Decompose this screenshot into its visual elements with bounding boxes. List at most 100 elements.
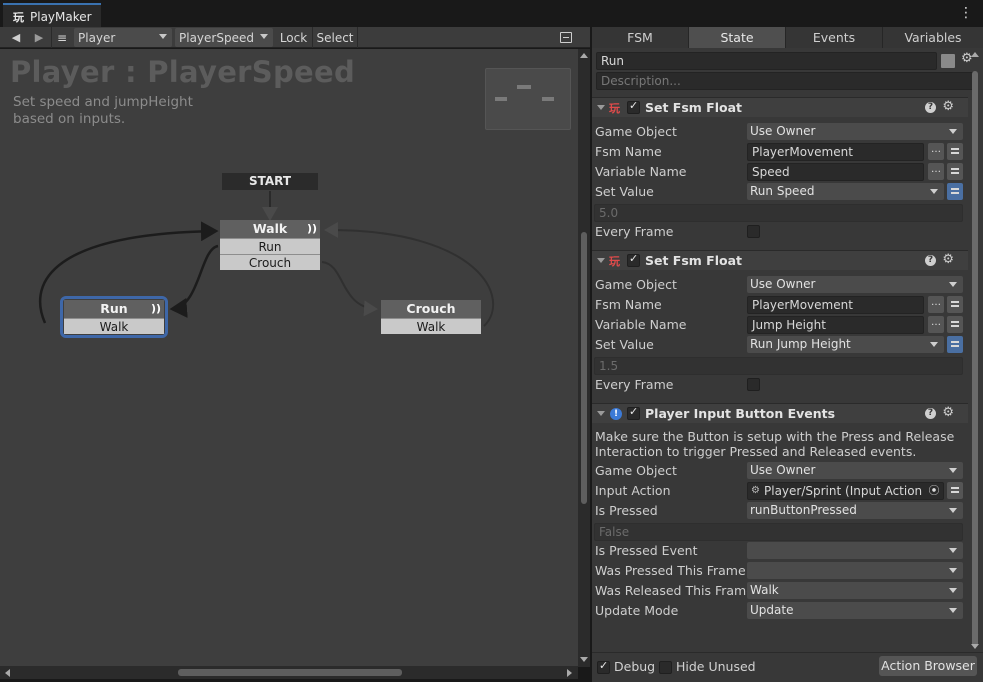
- scrollbar-thumb[interactable]: [581, 232, 587, 504]
- scroll-up-icon[interactable]: [971, 52, 979, 57]
- update-mode-dropdown[interactable]: Update: [747, 602, 963, 619]
- start-node[interactable]: START: [222, 173, 318, 190]
- every-frame-checkbox[interactable]: [747, 378, 760, 391]
- inspector-vertical-scrollbar[interactable]: [970, 48, 981, 653]
- variable-toggle-button[interactable]: [947, 143, 963, 160]
- input-action-field[interactable]: ⚙ Player/Sprint (Input Action Re ⦿: [747, 482, 944, 500]
- state-node-crouch[interactable]: Crouch Walk: [381, 300, 481, 334]
- more-options-icon[interactable]: ⋮: [959, 6, 973, 20]
- scroll-down-icon[interactable]: [580, 657, 588, 662]
- playmaker-tab[interactable]: 玩 PlayMaker: [3, 3, 101, 29]
- gear-icon[interactable]: ⚙: [942, 99, 954, 114]
- fsm-name-field[interactable]: PlayerMovement: [747, 143, 924, 161]
- transition-event[interactable]: Walk: [64, 318, 164, 334]
- set-value-dropdown[interactable]: Run Speed: [747, 183, 944, 200]
- variable-toggle-button[interactable]: [947, 336, 963, 353]
- help-icon[interactable]: ?: [925, 408, 936, 419]
- variable-toggle-button[interactable]: [947, 482, 963, 499]
- hide-unused-checkbox[interactable]: [659, 661, 672, 674]
- debug-checkbox[interactable]: [597, 659, 610, 674]
- scroll-left-icon[interactable]: [5, 669, 10, 677]
- action-header[interactable]: ! Player Input Button Events ? ⚙: [592, 403, 968, 423]
- variable-toggle-button[interactable]: [947, 316, 963, 333]
- state-header[interactable]: Walk )): [220, 220, 320, 238]
- action-browser-button[interactable]: Action Browser: [879, 656, 977, 676]
- scroll-up-icon[interactable]: [580, 53, 588, 58]
- input-action-value: Player/Sprint (Input Action Re: [764, 484, 942, 498]
- transition-event[interactable]: Walk: [381, 318, 481, 334]
- action-header[interactable]: 玩 Set Fsm Float ? ⚙: [592, 250, 968, 270]
- scrollbar-thumb[interactable]: [972, 71, 978, 647]
- scroll-right-icon[interactable]: [567, 669, 572, 677]
- fsm-dropdown[interactable]: PlayerSpeed: [175, 28, 273, 47]
- inspector-footer: Debug Hide Unused Action Browser: [592, 652, 983, 682]
- forward-button[interactable]: ▶: [31, 28, 47, 47]
- lock-button[interactable]: Lock: [277, 28, 310, 47]
- action-enabled-checkbox[interactable]: [627, 405, 640, 420]
- fold-arrow-icon[interactable]: [597, 411, 605, 416]
- scroll-down-icon[interactable]: [971, 644, 979, 649]
- variable-toggle-button[interactable]: [947, 163, 963, 180]
- was-pressed-dropdown[interactable]: [747, 562, 963, 579]
- variable-name-field[interactable]: Jump Height: [747, 316, 924, 334]
- gameobject-dropdown[interactable]: Player: [74, 28, 172, 47]
- state-name-field[interactable]: Run: [596, 52, 937, 70]
- is-pressed-event-dropdown[interactable]: [747, 542, 963, 559]
- game-object-dropdown[interactable]: Use Owner: [747, 462, 963, 479]
- field-label: Fsm Name: [595, 144, 662, 159]
- state-header[interactable]: Crouch: [381, 300, 481, 318]
- tab-state[interactable]: State: [689, 27, 786, 48]
- fsm-name-field[interactable]: PlayerMovement: [747, 296, 924, 314]
- tab-fsm[interactable]: FSM: [592, 27, 689, 48]
- state-header[interactable]: Run )): [64, 300, 164, 318]
- browse-button[interactable]: …: [928, 316, 944, 333]
- chevron-down-icon: [159, 34, 167, 39]
- is-pressed-dropdown[interactable]: runButtonPressed: [747, 502, 963, 519]
- help-icon[interactable]: ?: [925, 102, 936, 113]
- game-object-dropdown[interactable]: Use Owner: [747, 123, 963, 140]
- select-button[interactable]: Select: [314, 28, 356, 47]
- variable-toggle-button[interactable]: [947, 183, 963, 200]
- chevron-down-icon: [260, 34, 268, 39]
- help-icon[interactable]: ?: [925, 255, 936, 266]
- gear-icon[interactable]: ⚙: [942, 405, 954, 420]
- state-node-walk[interactable]: Walk )) Run Crouch: [220, 220, 320, 270]
- field-label: Game Object: [595, 124, 677, 139]
- fold-arrow-icon[interactable]: [597, 258, 605, 263]
- fold-arrow-icon[interactable]: [597, 105, 605, 110]
- action-title: Set Fsm Float: [645, 253, 742, 268]
- graph-horizontal-scrollbar[interactable]: [0, 666, 578, 679]
- browse-button[interactable]: …: [928, 163, 944, 180]
- game-object-dropdown[interactable]: Use Owner: [747, 276, 963, 293]
- menu-button[interactable]: ≡: [54, 28, 70, 47]
- state-description-field[interactable]: Description...: [596, 72, 977, 90]
- browse-button[interactable]: …: [928, 296, 944, 313]
- object-picker-icon[interactable]: ⦿: [927, 483, 941, 499]
- gear-icon[interactable]: ⚙: [942, 252, 954, 267]
- chevron-down-icon: [949, 282, 957, 287]
- variable-name-field[interactable]: Speed: [747, 163, 924, 181]
- state-name: Crouch: [406, 301, 456, 316]
- state-node-run[interactable]: Run )) Walk: [60, 296, 168, 338]
- graph-vertical-scrollbar[interactable]: [578, 49, 590, 667]
- chevron-down-icon: [949, 508, 957, 513]
- back-button[interactable]: ◀: [8, 28, 24, 47]
- was-released-dropdown[interactable]: Walk: [747, 582, 963, 599]
- minimap-toggle-button[interactable]: [556, 28, 576, 47]
- scrollbar-thumb[interactable]: [178, 669, 402, 676]
- action-enabled-checkbox[interactable]: [627, 252, 640, 267]
- set-value-dropdown[interactable]: Run Jump Height: [747, 336, 944, 353]
- fsm-graph-canvas[interactable]: Player : PlayerSpeed Set speed and jumpH…: [0, 49, 578, 667]
- tab-events[interactable]: Events: [786, 27, 883, 48]
- variable-toggle-button[interactable]: [947, 296, 963, 313]
- transition-event[interactable]: Crouch: [220, 254, 320, 270]
- resolved-value-field: 5.0: [594, 204, 963, 222]
- tab-variables[interactable]: Variables: [883, 27, 983, 48]
- action-header[interactable]: 玩 Set Fsm Float ? ⚙: [592, 97, 968, 117]
- browse-button[interactable]: …: [928, 143, 944, 160]
- transition-edges: [38, 191, 494, 327]
- state-color-swatch[interactable]: [941, 54, 955, 68]
- transition-event[interactable]: Run: [220, 238, 320, 254]
- every-frame-checkbox[interactable]: [747, 225, 760, 238]
- action-enabled-checkbox[interactable]: [627, 99, 640, 114]
